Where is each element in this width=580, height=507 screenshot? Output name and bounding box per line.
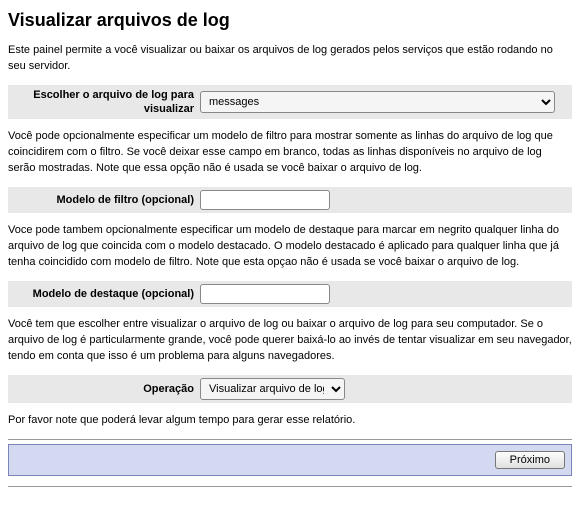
page-title: Visualizar arquivos de log (8, 10, 572, 31)
logfile-label: Escolher o arquivo de log para visualiza… (8, 88, 200, 117)
highlight-input[interactable] (200, 284, 330, 304)
operation-select[interactable]: Visualizar arquivo de log (200, 378, 345, 400)
footer-note: Por favor note que poderá levar algum te… (8, 413, 572, 429)
divider (8, 439, 572, 440)
filter-description: Você pode opcionalmente especificar um m… (8, 129, 572, 177)
button-bar: Próximo (8, 444, 572, 476)
operation-row: Operação Visualizar arquivo de log (8, 375, 572, 403)
operation-description: Você tem que escolher entre visualizar o… (8, 317, 572, 365)
logfile-select[interactable]: messages (200, 91, 555, 113)
logfile-row: Escolher o arquivo de log para visualiza… (8, 85, 572, 120)
highlight-row: Modelo de destaque (opcional) (8, 281, 572, 307)
filter-row: Modelo de filtro (opcional) (8, 187, 572, 213)
filter-label: Modelo de filtro (opcional) (8, 193, 200, 207)
highlight-description: Voce pode tambem opcionalmente especific… (8, 223, 572, 271)
operation-label: Operação (8, 382, 200, 396)
divider-bottom (8, 486, 572, 487)
intro-text: Este painel permite a você visualizar ou… (8, 43, 572, 75)
filter-input[interactable] (200, 190, 330, 210)
highlight-label: Modelo de destaque (opcional) (8, 287, 200, 301)
next-button[interactable]: Próximo (495, 451, 565, 469)
